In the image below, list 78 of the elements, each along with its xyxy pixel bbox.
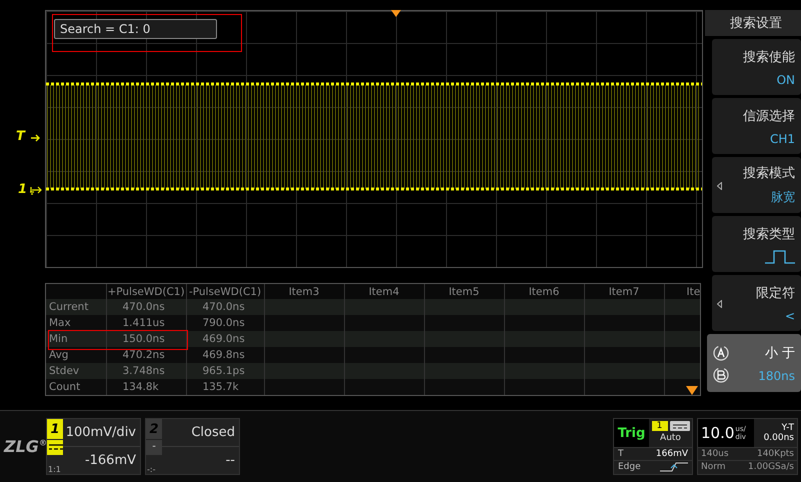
- menu-item-value: ON: [776, 72, 795, 86]
- menu-item-value: <: [784, 308, 795, 322]
- trigger-mode: Auto: [660, 433, 681, 443]
- trigger-level-marker: T: [16, 129, 25, 144]
- column-header: -PulseWD(C1): [186, 284, 264, 299]
- trigger-level-label: T: [618, 449, 624, 459]
- column-header: Item5: [424, 284, 504, 299]
- menu-item-value: CH1: [770, 132, 795, 146]
- channel-scale: Closed: [190, 424, 236, 442]
- row-label: Min: [46, 331, 106, 347]
- menu-item-label: 限定符: [756, 284, 795, 302]
- horizontal-delay: 0.00ns: [764, 433, 794, 443]
- menu-item-value: 180ns: [758, 368, 795, 382]
- right-arrow-icon: [31, 134, 41, 142]
- table-cell: 150.0ns: [106, 331, 186, 347]
- row-label: Count: [46, 379, 106, 395]
- menu-title: 搜索设置: [705, 10, 801, 36]
- trigger-status: Trig: [614, 419, 649, 447]
- menu-item[interactable]: 搜索模式 脉宽: [712, 157, 801, 213]
- menu-item[interactable]: 搜索使能 ON: [712, 39, 801, 95]
- table-cell: 1.411us: [106, 315, 186, 331]
- column-header: Item4: [344, 284, 424, 299]
- scroll-down-icon[interactable]: [686, 386, 698, 395]
- column-header: Item7: [584, 284, 664, 299]
- table-cell: 469.0ns: [186, 331, 264, 347]
- column-header: Item3: [264, 284, 344, 299]
- menu-item-label: 信源选择: [743, 108, 795, 124]
- timebase-value: 10.0: [701, 424, 734, 442]
- row-label: Max: [46, 315, 106, 331]
- rising-edge-icon: [660, 462, 688, 472]
- trigger-source: 1: [652, 421, 668, 431]
- channel-scale: 100mV/div: [64, 424, 137, 442]
- table-cell: 470.2ns: [106, 347, 186, 363]
- table-cell: 134.8k: [106, 379, 186, 395]
- probe-ratio: 1:1: [47, 465, 62, 474]
- knob-b-icon: [712, 366, 730, 384]
- trigger-level: 166mV: [656, 449, 688, 459]
- menu-item[interactable]: 信源选择 CH1: [712, 98, 801, 154]
- pulse-icon: [765, 250, 795, 264]
- search-readout: Search = C1: 0: [54, 19, 217, 39]
- table-cell: 470.0ns: [106, 299, 186, 315]
- menu-item[interactable]: 小 于 180ns: [707, 334, 801, 392]
- sample-rate: 1.00GSa/s: [748, 462, 794, 472]
- menu-item-label: 搜索使能: [743, 48, 795, 66]
- menu-item-label: 小 于: [764, 344, 795, 362]
- menu-item-value: 脉宽: [771, 189, 795, 206]
- column-header: Item6: [504, 284, 584, 299]
- row-label: Avg: [46, 347, 106, 363]
- channel-number[interactable]: 1: [47, 419, 63, 439]
- column-header: +PulseWD(C1): [106, 284, 186, 299]
- column-header: Ite: [664, 284, 700, 299]
- row-label: Stdev: [46, 363, 106, 379]
- table-cell: 965.1ps: [186, 363, 264, 379]
- row-label: Current: [46, 299, 106, 315]
- menu-item-label: 搜索模式: [743, 165, 795, 182]
- memory-depth: 140Kpts: [756, 449, 794, 459]
- acquire-mode: Norm: [701, 462, 726, 472]
- menu-item[interactable]: 限定符 <: [712, 275, 801, 331]
- trigger-position-icon: [391, 10, 401, 17]
- table-cell: 469.8ns: [186, 347, 264, 363]
- table-cell: 135.7k: [186, 379, 264, 395]
- channel-offset: --: [162, 446, 239, 474]
- menu-item-label: 搜索类型: [743, 226, 795, 242]
- dc-coupling-icon: [47, 440, 63, 455]
- ground-arrow-icon: [30, 186, 42, 196]
- channel-offset: -166mV: [63, 446, 140, 474]
- table-cell: 790.0ns: [186, 315, 264, 331]
- dc-coupling-icon: [670, 421, 690, 431]
- knob-a-icon: [712, 344, 730, 362]
- menu-item[interactable]: 搜索类型: [712, 216, 801, 272]
- probe-ratio: -:-: [146, 465, 156, 474]
- display-format: Y-T: [782, 423, 794, 433]
- time-span: 140us: [701, 449, 729, 459]
- trigger-type: Edge: [618, 462, 641, 472]
- coupling-indicator: -: [146, 440, 162, 455]
- table-cell: 470.0ns: [186, 299, 264, 315]
- table-cell: 3.748ns: [106, 363, 186, 379]
- channel-marker: 1: [18, 182, 28, 197]
